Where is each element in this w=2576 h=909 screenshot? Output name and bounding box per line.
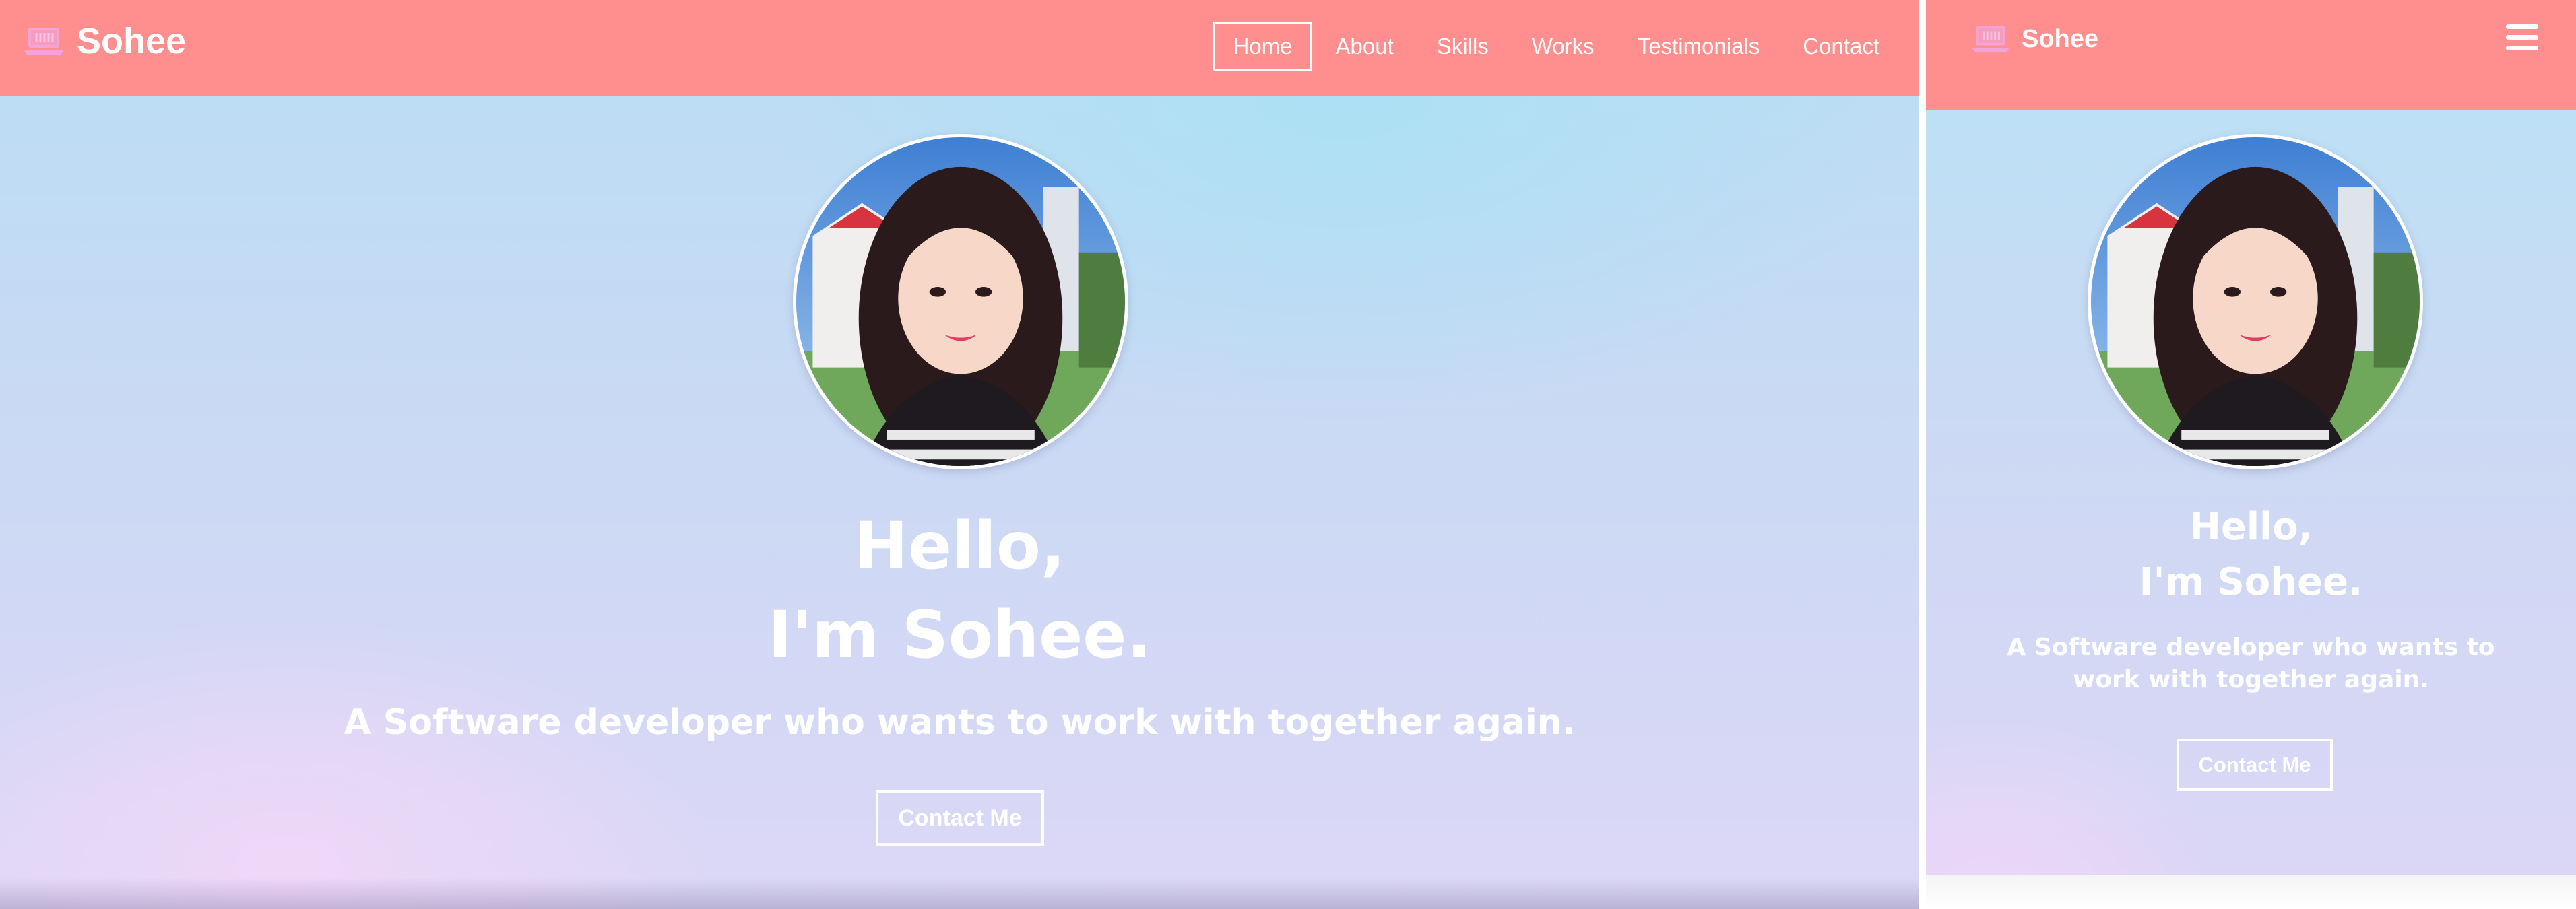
nav-item-works[interactable]: Works (1512, 22, 1614, 71)
mobile-view: Sohee Hello, I'm Sohee. A Software devel… (1926, 0, 2576, 909)
nav-item-about[interactable]: About (1316, 22, 1413, 71)
profile-photo (793, 134, 1128, 469)
hero-tagline: A Software developer who wants to work w… (344, 702, 1576, 743)
navbar: Sohee (1926, 0, 2576, 110)
mobile-bottom-strip (1926, 875, 2576, 909)
panel-divider (1919, 0, 1926, 909)
brand-name: Sohee (2022, 24, 2099, 53)
nav-item-testimonials[interactable]: Testimonials (1618, 22, 1780, 71)
laptop-icon (1972, 26, 2009, 53)
brand-link[interactable]: Sohee (24, 18, 186, 65)
hero-bottom-shadow (0, 878, 1919, 909)
hero-tagline: A Software developer who wants to work w… (2007, 634, 2495, 694)
hero-greeting-line1: Hello, (854, 508, 1066, 584)
profile-photo (2088, 134, 2423, 469)
navbar: Sohee Home About Skills Works Testimonia… (0, 0, 1919, 96)
hero-heading: Hello, I'm Sohee. (0, 502, 1919, 679)
main-nav: Home About Skills Works Testimonials Con… (1209, 22, 1899, 72)
hero-greeting-line2: I'm Sohee. (2139, 560, 2363, 604)
laptop-icon (24, 28, 63, 55)
contact-me-button[interactable]: Contact Me (2177, 739, 2333, 791)
nav-item-skills[interactable]: Skills (1417, 22, 1508, 71)
hero-heading: Hello, I'm Sohee. (1926, 500, 2576, 610)
nav-item-contact[interactable]: Contact (1783, 22, 1899, 71)
contact-me-button[interactable]: Contact Me (876, 790, 1044, 846)
desktop-view: Sohee Home About Skills Works Testimonia… (0, 0, 1919, 909)
brand-link[interactable]: Sohee (1972, 19, 2098, 59)
hero-greeting-line1: Hello, (2189, 505, 2313, 549)
hero-greeting-line2: I'm Sohee. (768, 597, 1151, 673)
hamburger-menu-icon[interactable] (2506, 24, 2538, 51)
nav-item-home[interactable]: Home (1213, 22, 1312, 72)
brand-name: Sohee (77, 21, 187, 61)
